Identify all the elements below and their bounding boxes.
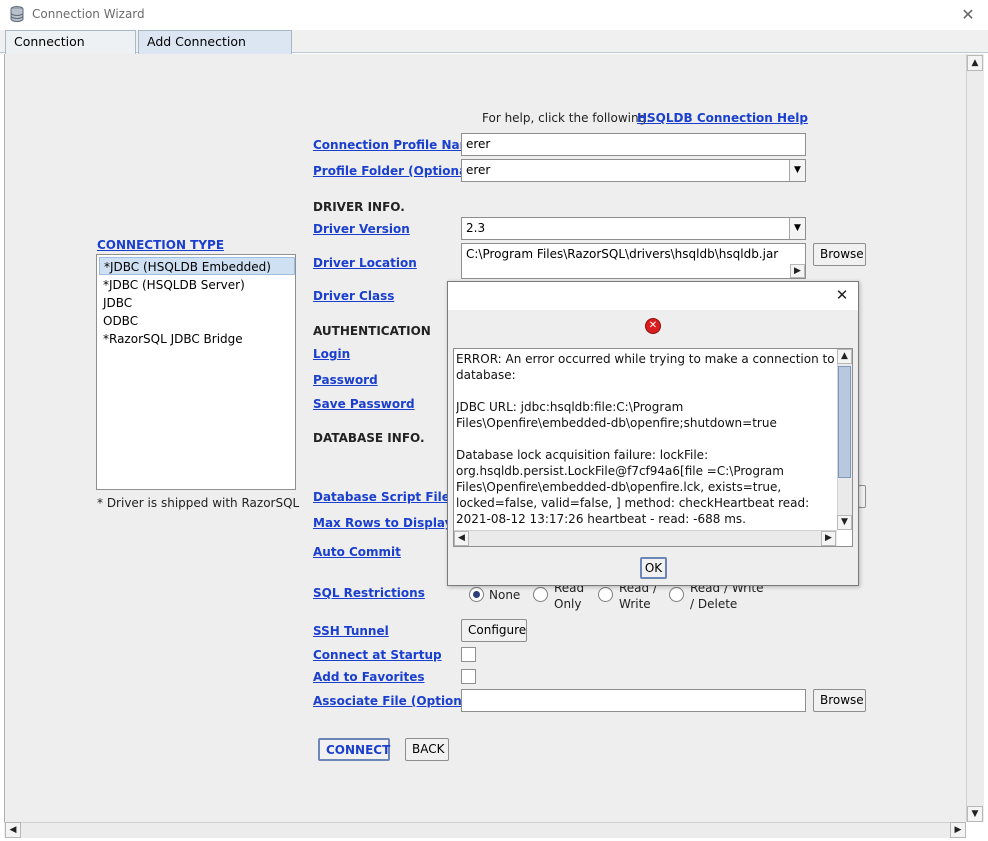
password-label[interactable]: Password: [313, 373, 378, 387]
associate-file-label[interactable]: Associate File (Optional): [313, 694, 480, 708]
list-item[interactable]: *JDBC (HSQLDB Embedded): [99, 257, 295, 275]
browse-associate-button[interactable]: Browse: [813, 689, 866, 712]
help-prefix: For help, click the following:: [482, 111, 651, 125]
message-line: Files\Openfire\embedded-db\openfire.lck,…: [456, 480, 782, 494]
message-line: Database lock acquisition failure: lockF…: [456, 448, 709, 462]
scroll-right-icon[interactable]: ▶: [790, 264, 805, 278]
driver-location-input[interactable]: C:\Program Files\RazorSQL\drivers\hsqldb…: [461, 243, 806, 279]
driver-info-heading: DRIVER INFO.: [313, 200, 405, 214]
tab-connection-profiles[interactable]: Connection Profiles: [5, 30, 136, 71]
list-item[interactable]: *JDBC (HSQLDB Server): [99, 276, 295, 294]
max-rows-label[interactable]: Max Rows to Display: [313, 516, 452, 530]
scroll-right-icon[interactable]: ▶: [821, 531, 836, 546]
error-dialog-title-bar: [448, 282, 858, 310]
hsqldb-help-link[interactable]: HSQLDB Connection Help: [637, 111, 808, 125]
profile-folder-combo[interactable]: erer: [461, 159, 806, 182]
restriction-read-write-delete-label-2: / Delete: [690, 597, 738, 611]
restriction-read-only-label-2: Only: [554, 597, 582, 611]
restriction-read-write-label-2: Write: [619, 597, 651, 611]
auto-commit-label[interactable]: Auto Commit: [313, 545, 401, 559]
window-title-bar: [0, 0, 988, 30]
restriction-read-write-radio[interactable]: [598, 587, 613, 602]
profile-folder-value: erer: [466, 163, 491, 177]
profile-folder-label[interactable]: Profile Folder (Optional): [313, 164, 477, 178]
ssh-tunnel-label[interactable]: SSH Tunnel: [313, 624, 389, 638]
scroll-right-icon[interactable]: ▶: [950, 822, 966, 838]
profile-name-input[interactable]: erer: [461, 133, 806, 156]
save-password-label[interactable]: Save Password: [313, 397, 415, 411]
scroll-left-icon[interactable]: ◀: [454, 531, 469, 546]
scroll-left-icon[interactable]: ◀: [5, 822, 21, 838]
associate-file-input[interactable]: [461, 689, 806, 712]
message-line: database:: [456, 368, 516, 382]
message-horizontal-scrollbar[interactable]: [454, 530, 837, 546]
login-label[interactable]: Login: [313, 347, 350, 361]
window-title: Connection Wizard: [32, 7, 145, 21]
tab-add-connection-profile[interactable]: Add Connection Profile: [138, 30, 292, 71]
connect-button[interactable]: CONNECT: [318, 738, 390, 761]
list-item[interactable]: ODBC: [99, 312, 295, 330]
message-line: ERROR: An error occurred while trying to…: [456, 352, 836, 366]
restriction-read-only-radio[interactable]: [533, 587, 548, 602]
driver-version-label[interactable]: Driver Version: [313, 222, 410, 236]
error-message-text: ERROR: An error occurred while trying to…: [456, 351, 836, 527]
message-line: [456, 431, 836, 447]
back-button[interactable]: BACK: [405, 738, 449, 761]
driver-version-combo[interactable]: 2.3: [461, 217, 806, 240]
error-icon: ✕: [645, 318, 661, 334]
database-stack-icon: [10, 6, 24, 23]
profile-name-label[interactable]: Connection Profile Name: [313, 138, 480, 152]
sql-restrictions-label[interactable]: SQL Restrictions: [313, 586, 425, 600]
connect-at-startup-checkbox[interactable]: [461, 647, 476, 662]
add-to-favorites-label[interactable]: Add to Favorites: [313, 670, 425, 684]
driver-version-value: 2.3: [466, 221, 486, 235]
restriction-read-write-delete-radio[interactable]: [669, 587, 684, 602]
restriction-none-label: None: [489, 588, 521, 602]
window-close-icon[interactable]: ✕: [956, 4, 980, 26]
driver-class-label[interactable]: Driver Class: [313, 289, 394, 303]
driver-location-label[interactable]: Driver Location: [313, 256, 417, 270]
browse-script-button-edge[interactable]: [858, 485, 866, 508]
add-to-favorites-checkbox[interactable]: [461, 669, 476, 684]
configure-button[interactable]: Configure: [461, 619, 527, 642]
message-line: locked=false, valid=false, ] method: che…: [456, 496, 810, 510]
chevron-down-icon[interactable]: ▼: [789, 160, 805, 181]
restriction-none-radio[interactable]: [469, 587, 484, 602]
list-item[interactable]: JDBC: [99, 294, 295, 312]
database-script-label[interactable]: Database Script File: [313, 490, 450, 504]
message-line: Files\Openfire\embedded-db\openfire;shut…: [456, 416, 777, 430]
database-info-heading: DATABASE INFO.: [313, 431, 425, 445]
browse-driver-button[interactable]: Browse: [813, 243, 866, 266]
authentication-heading: AUTHENTICATION: [313, 324, 431, 338]
message-line: [456, 383, 836, 399]
dialog-close-icon[interactable]: ✕: [830, 284, 854, 306]
ok-button[interactable]: OK: [640, 557, 667, 579]
scroll-down-icon[interactable]: ▼: [837, 515, 852, 530]
vertical-scrollbar[interactable]: [966, 54, 984, 822]
connect-at-startup-label[interactable]: Connect at Startup: [313, 648, 442, 662]
chevron-down-icon[interactable]: ▼: [789, 218, 805, 239]
message-line: 2021-08-12 13:17:26 heartbeat - read: -6…: [456, 512, 746, 526]
message-scroll-thumb[interactable]: [838, 366, 851, 478]
connection-type-list[interactable]: *JDBC (HSQLDB Embedded) *JDBC (HSQLDB Se…: [96, 254, 296, 490]
message-line: org.hsqldb.persist.LockFile@f7cf94a6[fil…: [456, 464, 784, 478]
scroll-up-icon[interactable]: ▲: [967, 55, 983, 71]
message-line: JDBC URL: jdbc:hsqldb:file:C:\Program: [456, 400, 684, 414]
connection-type-label[interactable]: CONNECTION TYPE: [97, 238, 224, 252]
horizontal-scrollbar[interactable]: [4, 822, 966, 838]
scroll-down-icon[interactable]: ▼: [967, 806, 983, 822]
driver-location-value: C:\Program Files\RazorSQL\drivers\hsqldb…: [466, 247, 779, 261]
scroll-up-icon[interactable]: ▲: [837, 349, 852, 364]
driver-shipped-note: * Driver is shipped with RazorSQL: [97, 496, 300, 510]
list-item[interactable]: *RazorSQL JDBC Bridge: [99, 330, 295, 348]
